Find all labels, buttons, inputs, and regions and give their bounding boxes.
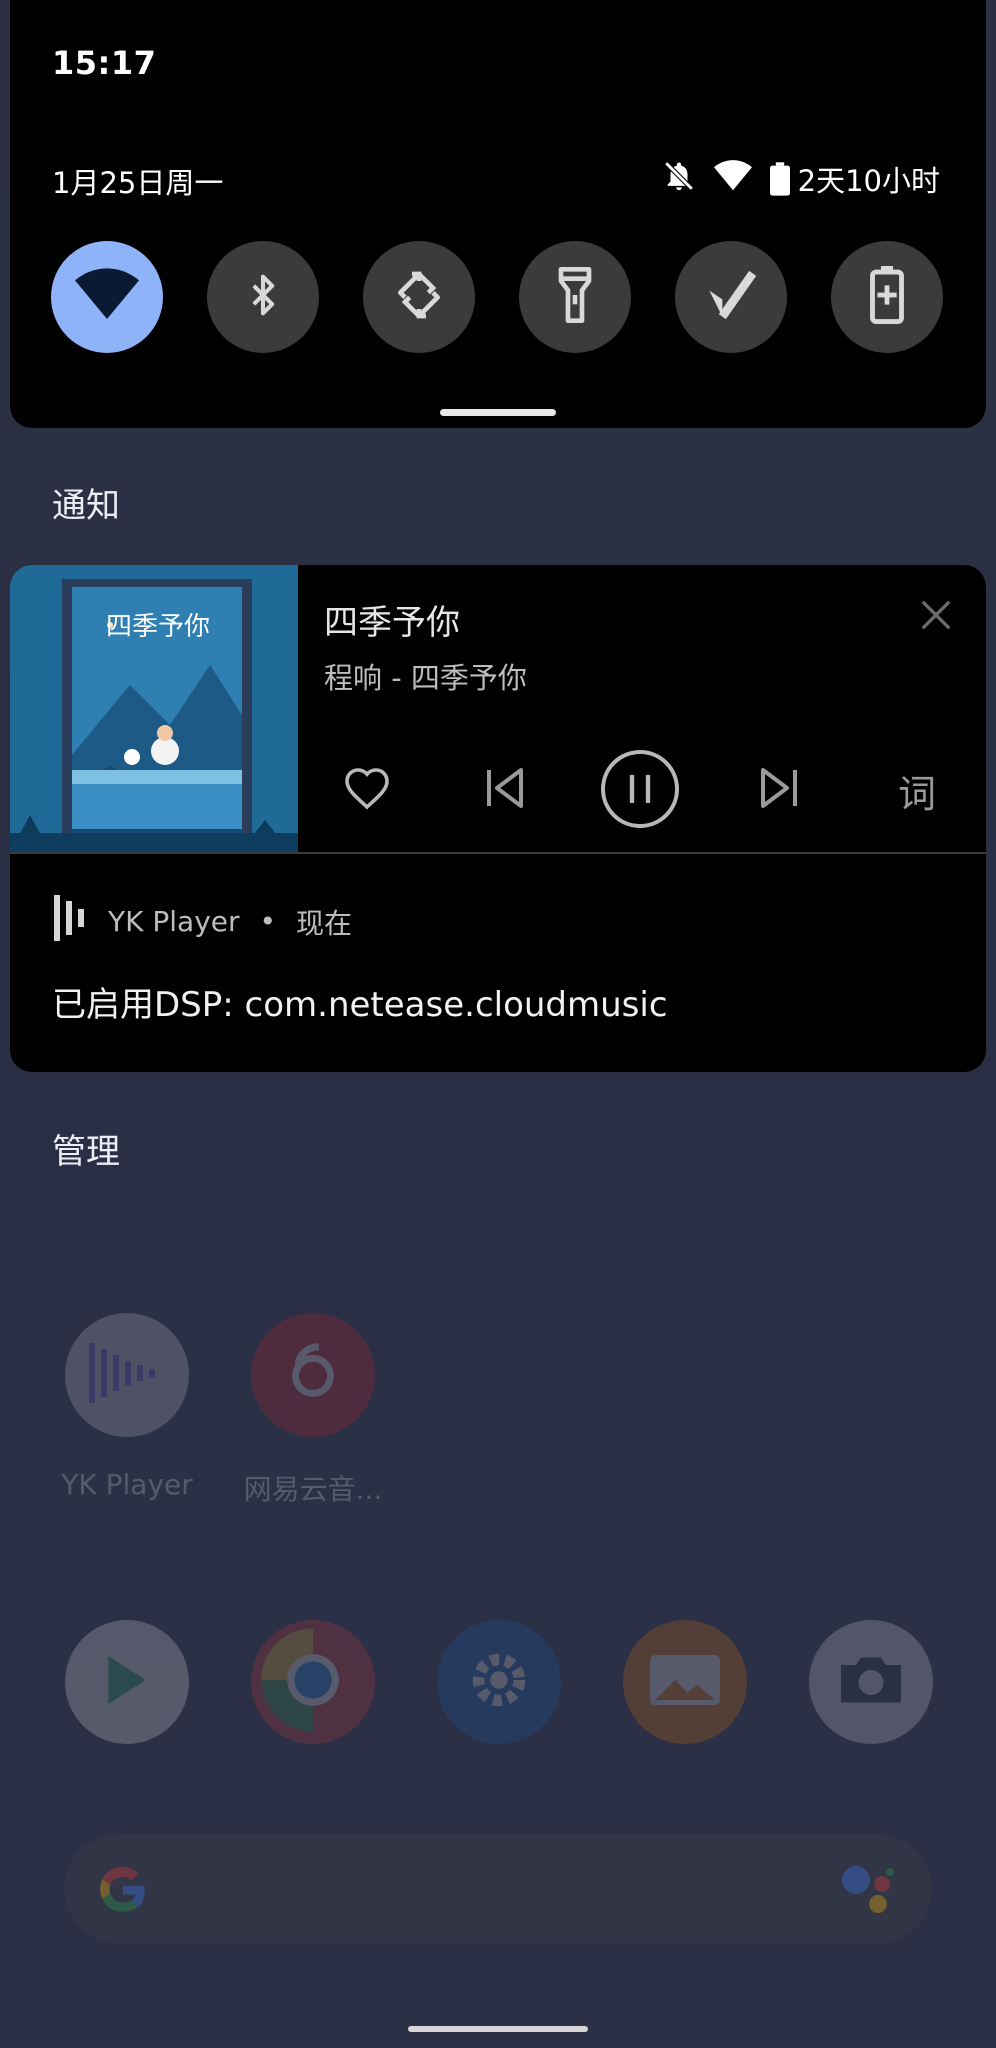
notifications-header: 通知 xyxy=(52,486,120,526)
google-icon xyxy=(94,1861,152,1923)
lyrics-button[interactable]: 词 xyxy=(882,755,952,825)
like-button[interactable] xyxy=(332,755,402,825)
settings-icon xyxy=(464,1645,534,1719)
quick-settings-handle[interactable] xyxy=(440,409,556,416)
notification-separator: • xyxy=(259,905,277,938)
bluetooth-icon xyxy=(241,267,285,327)
netease-music-icon xyxy=(278,1338,348,1412)
chrome-app[interactable] xyxy=(251,1620,375,1744)
pause-button[interactable] xyxy=(600,749,680,833)
notification-app-row: YK Player • 现在 xyxy=(54,895,352,948)
do-not-disturb-off-icon xyxy=(662,159,696,200)
heart-icon xyxy=(343,766,391,814)
wifi-status-icon xyxy=(713,159,752,199)
media-notification[interactable]: 四季予你 四季予你 程响 - 四季予你 词 YK Player • 现在 已启用… xyxy=(10,565,986,1072)
quick-settings-panel xyxy=(10,0,986,428)
chrome-icon xyxy=(251,1618,375,1746)
flashlight-icon xyxy=(555,267,595,327)
close-icon xyxy=(916,600,956,639)
netease-music-label: 网易云音... xyxy=(243,1473,383,1506)
wifi-tile[interactable] xyxy=(51,241,163,353)
camera-app[interactable] xyxy=(809,1620,933,1744)
notification-app-name: YK Player xyxy=(108,905,240,938)
next-button[interactable] xyxy=(744,755,814,825)
battery-icon: 2天10小时 xyxy=(769,158,940,200)
gallery-app[interactable] xyxy=(623,1620,747,1744)
song-title: 四季予你 xyxy=(324,603,460,643)
status-clock: 15:17 xyxy=(52,44,157,82)
wifi-icon xyxy=(75,268,139,326)
play-store-app[interactable] xyxy=(65,1620,189,1744)
navigation-handle[interactable] xyxy=(408,2026,588,2032)
battery-text: 2天10小时 xyxy=(797,164,940,198)
status-icons: 2天10小时 xyxy=(662,158,940,200)
pause-icon xyxy=(600,749,680,833)
search-bar[interactable] xyxy=(64,1834,932,1944)
flashlight-tile[interactable] xyxy=(519,241,631,353)
auto-rotate-tile[interactable] xyxy=(363,241,475,353)
play-store-icon xyxy=(95,1648,159,1716)
skip-previous-icon xyxy=(481,764,529,816)
album-art-title: 四季予你 xyxy=(106,612,210,642)
mobile-data-icon xyxy=(705,269,757,325)
mobile-data-tile[interactable] xyxy=(675,241,787,353)
status-date: 1月25日周一 xyxy=(52,166,224,200)
netease-music-app[interactable] xyxy=(251,1313,375,1437)
notification-time: 现在 xyxy=(296,906,353,940)
yk-player-app[interactable] xyxy=(65,1313,189,1437)
manage-button[interactable]: 管理 xyxy=(52,1124,120,1173)
close-button[interactable] xyxy=(916,595,956,635)
song-artist: 程响 - 四季予你 xyxy=(324,661,527,695)
settings-app[interactable] xyxy=(437,1620,561,1744)
camera-icon xyxy=(836,1652,906,1712)
skip-next-icon xyxy=(755,764,803,816)
assistant-icon xyxy=(840,1864,896,1918)
battery-saver-tile[interactable] xyxy=(831,241,943,353)
bluetooth-tile[interactable] xyxy=(207,241,319,353)
previous-button[interactable] xyxy=(470,755,540,825)
yk-player-icon xyxy=(89,1343,165,1407)
album-art: 四季予你 xyxy=(10,565,298,852)
yk-player-small-icon xyxy=(54,895,88,948)
media-divider xyxy=(10,852,986,854)
battery-saver-icon xyxy=(870,266,904,328)
auto-rotate-icon xyxy=(391,267,447,327)
notification-message: 已启用DSP: com.netease.cloudmusic xyxy=(52,985,668,1025)
gallery-icon xyxy=(650,1655,720,1709)
yk-player-label: YK Player xyxy=(61,1468,193,1501)
